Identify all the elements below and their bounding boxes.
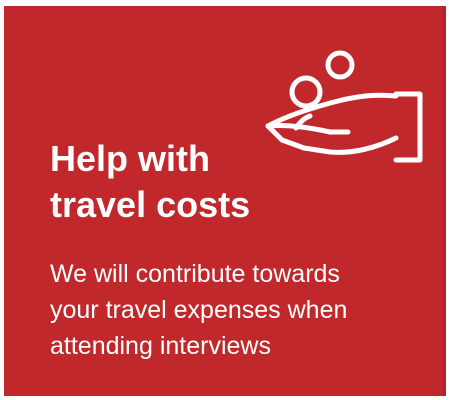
description-line-1: We will contribute towards [50,260,340,288]
card-edge-shadow [442,6,446,396]
card-description: We will contribute towards your travel e… [50,256,430,364]
description-line-2: your travel expenses when [50,296,348,324]
title-line-2: travel costs [50,184,251,225]
travel-costs-card: Help with travel costs We will contribut… [4,6,446,396]
description-line-3: attending interviews [50,332,271,360]
title-line-1: Help with [50,138,210,179]
card-title: Help with travel costs [50,136,350,228]
